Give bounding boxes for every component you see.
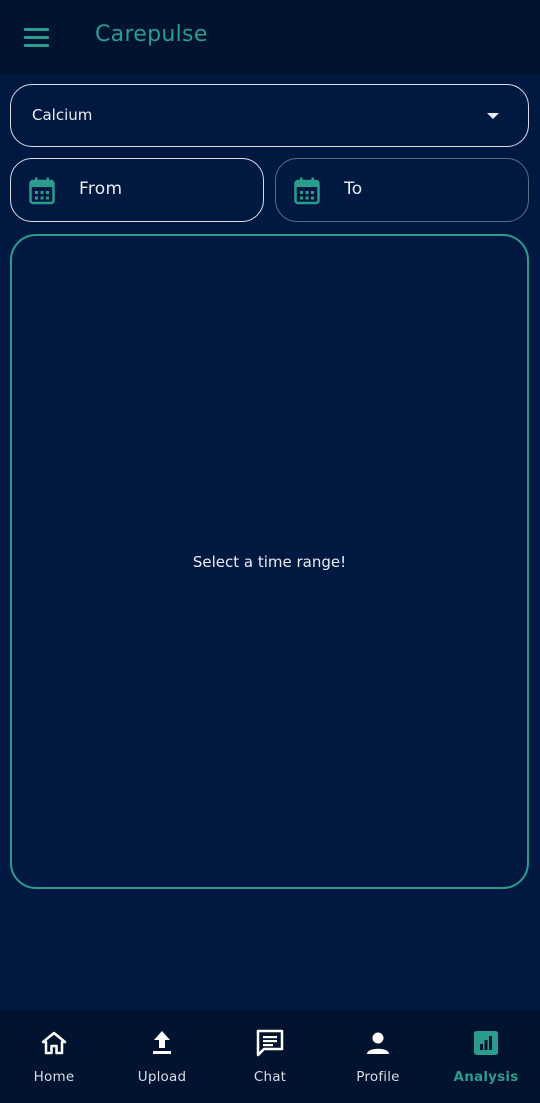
calendar-icon [29, 177, 55, 205]
nav-label: Profile [356, 1069, 400, 1085]
analysis-icon [474, 1031, 498, 1055]
nav-label: Home [33, 1069, 75, 1085]
hamburger-menu-icon[interactable] [20, 22, 54, 52]
chart-card: Select a time range! [10, 234, 529, 889]
app-bar: Carepulse [0, 0, 540, 74]
to-date-label: To [344, 179, 363, 199]
from-date-field[interactable]: From [10, 158, 264, 222]
nav-label: Analysis [453, 1069, 519, 1085]
nav-item-analysis[interactable]: Analysis [432, 1010, 540, 1103]
nav-label: Chat [253, 1069, 287, 1085]
app-title: Carepulse [95, 22, 208, 47]
nav-item-home[interactable]: Home [0, 1010, 108, 1103]
caret-down-icon [487, 113, 499, 119]
nav-item-chat[interactable]: Chat [216, 1010, 324, 1103]
bottom-nav: Home Upload Chat Profile Analysis [0, 1010, 540, 1103]
nav-item-upload[interactable]: Upload [108, 1010, 216, 1103]
nav-item-profile[interactable]: Profile [324, 1010, 432, 1103]
profile-icon [367, 1032, 389, 1054]
app-screen: Carepulse Calcium From To Select a time … [0, 0, 540, 1103]
to-date-field[interactable]: To [275, 158, 529, 222]
empty-state-message: Select a time range! [192, 553, 347, 571]
metric-dropdown-value: Calcium [32, 106, 93, 124]
chat-icon [256, 1029, 284, 1057]
upload-icon [153, 1031, 171, 1054]
calendar-icon [294, 177, 320, 205]
home-icon [41, 1031, 67, 1055]
nav-label: Upload [137, 1069, 187, 1085]
from-date-label: From [79, 179, 123, 199]
metric-dropdown[interactable]: Calcium [10, 84, 529, 147]
